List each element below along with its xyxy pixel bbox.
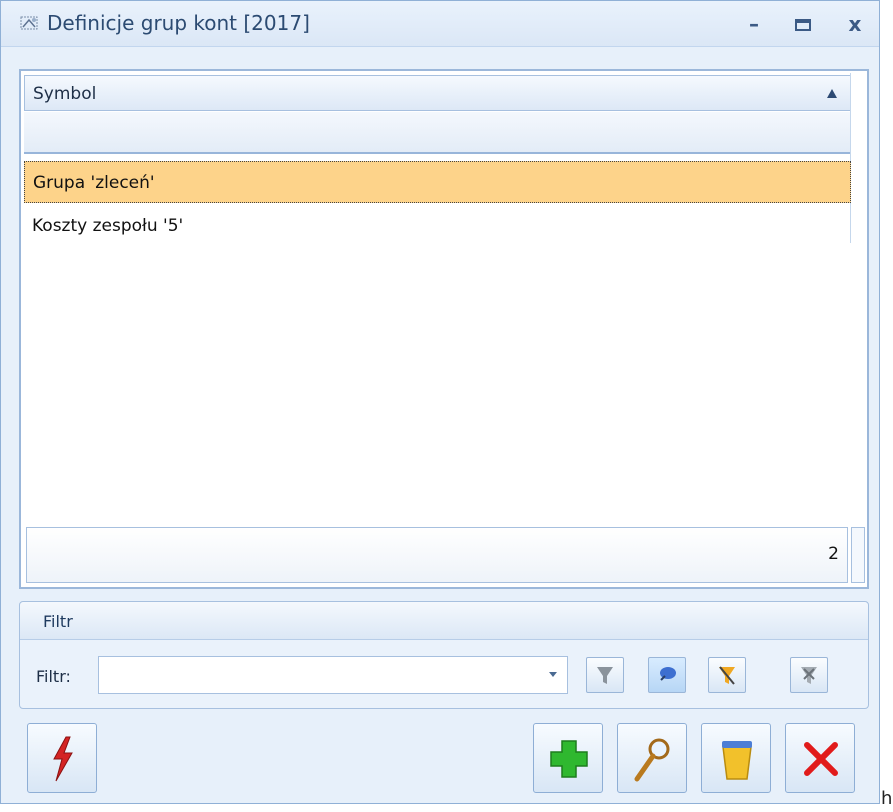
advanced-filter-button[interactable]: [708, 657, 746, 693]
footer-scrollbar[interactable]: [851, 527, 865, 583]
funnel-clear-icon: [801, 667, 817, 684]
apply-filter-button[interactable]: [586, 657, 624, 693]
sort-ascending-icon: [827, 89, 837, 98]
maximize-button[interactable]: [789, 11, 817, 37]
preview-button[interactable]: [617, 723, 687, 793]
funnel-tools-icon: [719, 666, 735, 685]
app-icon: [20, 16, 38, 30]
pin-filter-button[interactable]: [648, 657, 686, 693]
column-header-symbol[interactable]: Symbol: [24, 75, 851, 111]
close-x-icon: [804, 742, 838, 776]
dropdown-arrow-icon[interactable]: [549, 672, 557, 677]
run-button[interactable]: [27, 723, 97, 793]
row-label: Grupa 'zleceń': [33, 173, 155, 193]
pushpin-icon: [660, 667, 676, 681]
vertical-scrollbar[interactable]: [850, 73, 866, 243]
accounts-grid[interactable]: Symbol Grupa 'zleceń' Koszty zespołu '5'…: [19, 69, 869, 589]
funnel-icon: [597, 667, 613, 684]
grid-row[interactable]: Koszty zespołu '5': [24, 205, 851, 247]
cancel-button[interactable]: [785, 723, 855, 793]
column-header-label: Symbol: [33, 84, 97, 104]
maximize-icon: [795, 19, 811, 31]
lightning-icon: [53, 736, 73, 782]
record-count: 2: [828, 544, 839, 564]
filter-panel: Filtr Filtr:: [19, 601, 869, 709]
filter-panel-header[interactable]: Filtr: [20, 602, 868, 640]
stray-text: h: [881, 788, 893, 809]
row-label: Koszty zespołu '5': [32, 216, 184, 236]
add-button[interactable]: [533, 723, 603, 793]
close-window-button[interactable]: x: [841, 11, 869, 37]
minimize-button[interactable]: –: [740, 11, 768, 37]
filter-label: Filtr:: [36, 667, 71, 686]
plus-icon: [550, 740, 588, 778]
filter-combobox[interactable]: [98, 656, 568, 694]
grid-summary-footer: 2: [26, 527, 848, 583]
clear-filter-button[interactable]: [790, 657, 828, 693]
filter-panel-title: Filtr: [43, 612, 73, 631]
window-title: Definicje grup kont [2017]: [47, 11, 310, 35]
trash-bin-icon: [722, 741, 752, 780]
grid-row[interactable]: Grupa 'zleceń': [24, 161, 851, 203]
title-bar[interactable]: Definicje grup kont [2017] – x: [1, 1, 879, 47]
delete-button[interactable]: [701, 723, 771, 793]
grid-filter-row[interactable]: [24, 112, 851, 154]
window: Definicje grup kont [2017] – x Symbol Gr…: [0, 0, 880, 804]
magnifier-icon: [634, 738, 670, 782]
